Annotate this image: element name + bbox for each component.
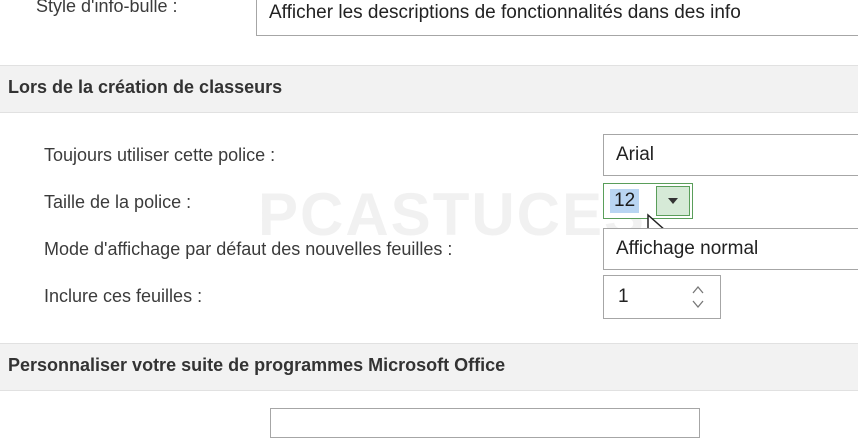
- sheets-spinner[interactable]: 1: [603, 275, 721, 319]
- office-username-field[interactable]: [270, 408, 700, 438]
- sheets-value: 1: [618, 286, 629, 307]
- section-office-title: Personnaliser votre suite de programmes …: [8, 355, 506, 375]
- view-mode-select[interactable]: Affichage normal: [603, 228, 858, 270]
- chevron-down-icon: [668, 198, 678, 204]
- size-value[interactable]: 12: [610, 189, 640, 213]
- font-label: Toujours utiliser cette police :: [44, 145, 276, 165]
- view-mode-label: Mode d'affichage par défaut des nouvelle…: [44, 239, 453, 259]
- font-value: Arial: [616, 144, 655, 165]
- size-dropdown-button[interactable]: [656, 186, 690, 216]
- tooltip-style-label: Style d'info-bulle :: [36, 0, 178, 16]
- tooltip-style-value: Afficher les descriptions de fonctionnal…: [269, 2, 741, 23]
- font-select[interactable]: Arial: [603, 134, 858, 176]
- view-mode-value: Affichage normal: [616, 238, 759, 259]
- size-label: Taille de la police :: [44, 192, 192, 212]
- spinner-arrows-icon[interactable]: [692, 282, 704, 312]
- tooltip-style-select[interactable]: Afficher les descriptions de fonctionnal…: [256, 0, 858, 36]
- sheets-label: Inclure ces feuilles :: [44, 286, 203, 306]
- section-workbook-title: Lors de la création de classeurs: [8, 77, 283, 97]
- section-workbook-header: Lors de la création de classeurs: [0, 65, 858, 113]
- section-office-header: Personnaliser votre suite de programmes …: [0, 343, 858, 391]
